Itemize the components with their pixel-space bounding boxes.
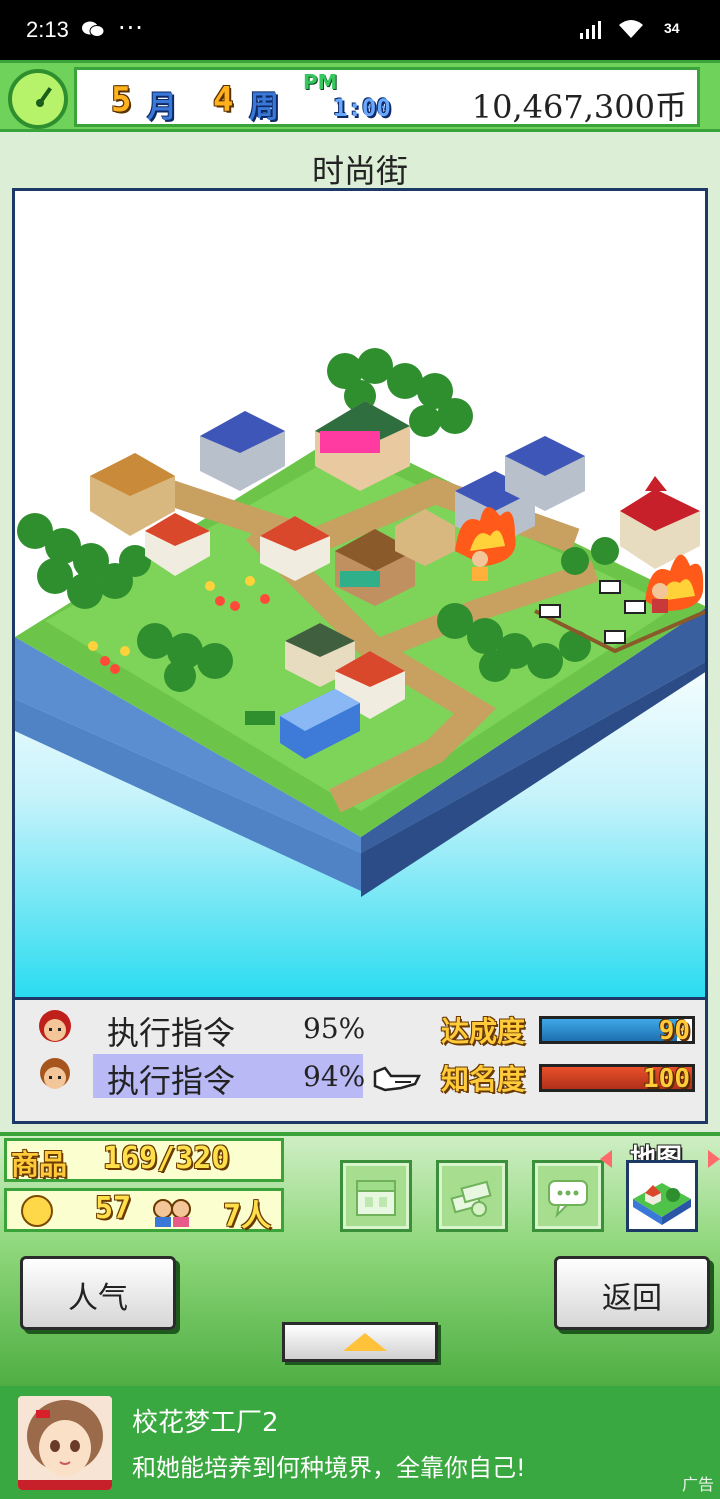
- week-number: 4: [213, 80, 234, 120]
- money-icon: [450, 1180, 492, 1217]
- back-button-label: 返回: [602, 1281, 662, 1316]
- ad-banner[interactable]: 校花梦工厂2 和她能培养到何种境界，全靠你自己! 广告: [0, 1386, 720, 1499]
- staff-avatar-female-icon: [39, 1010, 71, 1042]
- ampm-indicator: PM: [303, 70, 338, 94]
- ad-description: 和她能培养到何种境界，全靠你自己!: [132, 1454, 526, 1482]
- staff-command: 执行指令: [107, 1062, 236, 1100]
- smile-face-icon: [21, 1195, 53, 1227]
- more-notifications-icon: ···: [118, 14, 144, 42]
- fame-value: 100: [643, 1064, 690, 1094]
- expand-up-button[interactable]: [282, 1322, 438, 1362]
- staff-row-selected[interactable]: 执行指令 94% 知名度 100: [15, 1054, 711, 1100]
- goods-row: 商品 169/320: [4, 1138, 284, 1182]
- message-button[interactable]: [532, 1160, 604, 1232]
- date-money-panel: 5 月 4 周 PM 1:00 10,467,300币: [74, 67, 700, 127]
- map-next-arrow-icon[interactable]: [708, 1150, 720, 1168]
- fame-label: 知名度: [441, 1063, 526, 1096]
- popularity-button[interactable]: 人气: [20, 1256, 176, 1330]
- status-time: 2:13: [26, 17, 69, 42]
- area-title: 时尚街: [311, 152, 408, 190]
- popularity-button-label: 人气: [68, 1281, 128, 1316]
- finance-button[interactable]: [436, 1160, 508, 1232]
- isometric-town-illustration: [15, 348, 705, 897]
- wifi-icon: [619, 20, 643, 38]
- week-label: 周: [249, 90, 279, 125]
- money-balance: 10,467,300币: [471, 88, 687, 126]
- store-icon: [356, 1180, 396, 1216]
- month-number: 5: [111, 80, 132, 120]
- store-button[interactable]: [340, 1160, 412, 1232]
- staff-progress: 95%: [303, 1012, 366, 1045]
- achievement-value: 90: [658, 1016, 690, 1046]
- clock-icon[interactable]: [8, 69, 68, 129]
- back-button[interactable]: 返回: [554, 1256, 710, 1330]
- chat-icon: [548, 1180, 588, 1219]
- customer-row: 57 7人: [4, 1188, 284, 1234]
- bottom-hud: 商品 169/320 57 7人 地图 人气 返回: [0, 1132, 720, 1386]
- stock-panel: 商品 169/320 57 7人: [0, 1136, 286, 1236]
- island-map-icon: [633, 1183, 691, 1225]
- pointing-hand-icon: [373, 1066, 421, 1092]
- staff-row[interactable]: 执行指令 95% 达成度 90: [15, 1006, 711, 1052]
- signal-icon: [580, 21, 601, 39]
- game-time: 1:00: [333, 94, 391, 122]
- ad-tag: 广告: [681, 1475, 714, 1494]
- month-label: 月: [147, 90, 177, 125]
- staff-progress: 94%: [303, 1060, 366, 1093]
- map-prev-arrow-icon[interactable]: [600, 1150, 612, 1168]
- goods-value: 169/320: [103, 1141, 230, 1176]
- battery-level: 34: [664, 20, 680, 36]
- system-status-bar: 2:13 ··· 34: [0, 0, 720, 60]
- achievement-bar-fill: [542, 1019, 677, 1041]
- people-count: 7人: [223, 1199, 272, 1234]
- staff-command: 执行指令: [107, 1014, 236, 1052]
- fame-bar: 100: [539, 1064, 695, 1094]
- town-map-view[interactable]: [12, 188, 708, 1000]
- game-header: 5 月 4 周 PM 1:00 10,467,300币: [0, 60, 720, 132]
- ad-avatar[interactable]: [18, 1396, 112, 1490]
- goods-label: 商品: [11, 1148, 68, 1181]
- satisfaction-value: 57: [95, 1191, 132, 1226]
- achievement-label: 达成度: [441, 1015, 526, 1048]
- map-button[interactable]: [626, 1160, 698, 1232]
- area-panel: 时尚街 执行指令 95% 达成度 90 执行指令 94% 知名度 100: [0, 132, 720, 1132]
- achievement-bar: 90: [539, 1016, 695, 1046]
- people-icon: [153, 1199, 191, 1227]
- staff-avatar-male-icon: [40, 1058, 70, 1089]
- wechat-icon: [82, 21, 104, 37]
- up-arrow-icon: [343, 1333, 387, 1351]
- ad-title: 校花梦工厂2: [132, 1408, 279, 1438]
- staff-status-panel: 执行指令 95% 达成度 90 执行指令 94% 知名度 100: [12, 1000, 708, 1124]
